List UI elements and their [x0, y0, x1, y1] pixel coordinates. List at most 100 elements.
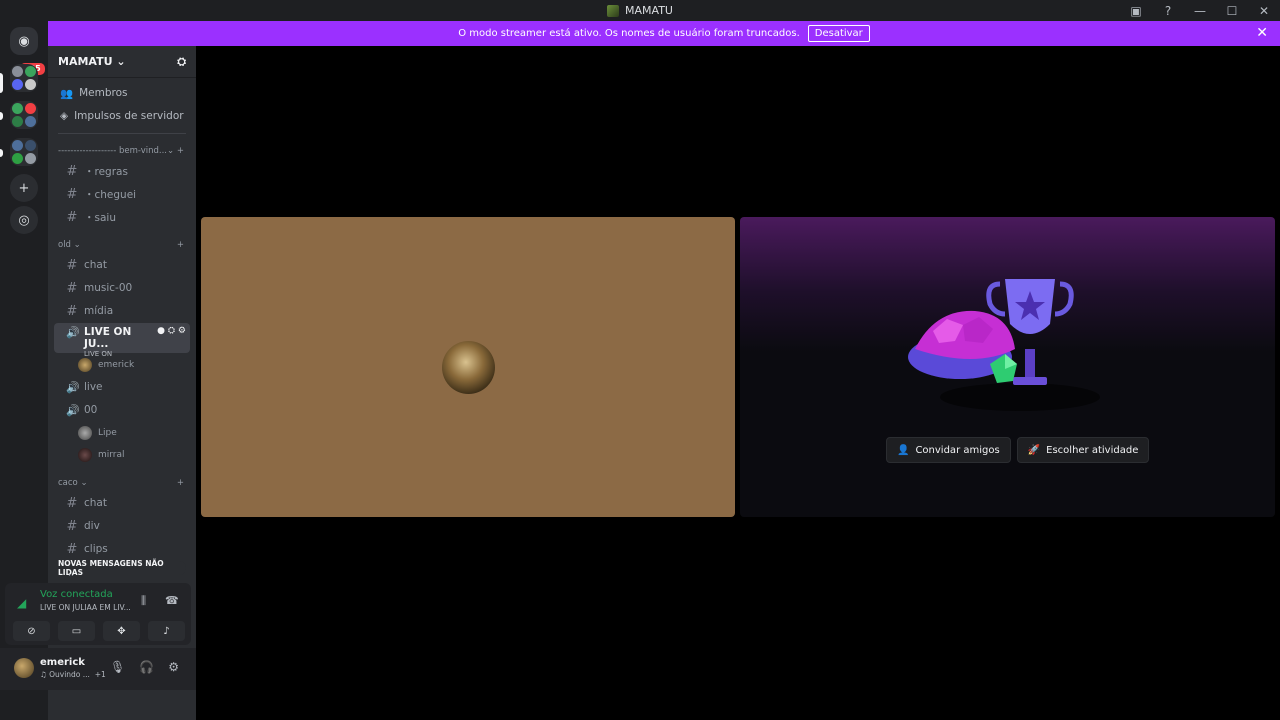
activity-tile: 👤 Convidar amigos 🚀 Escolher atividade — [740, 217, 1275, 517]
noise-suppression-icon[interactable]: ⫼ — [141, 594, 146, 608]
disable-streamer-button[interactable]: Desativar — [807, 25, 870, 42]
boost-icon: ◈ — [60, 110, 69, 122]
channel-label: live — [84, 381, 103, 393]
voice-connection-panel: ◢ Voz conectada LIVE ON JULIAA EM LIV...… — [5, 583, 191, 645]
chevron-down-icon: ⌄ — [116, 55, 126, 68]
activities-button[interactable]: ✥ — [103, 621, 140, 641]
soundboard-button[interactable]: ♪ — [148, 621, 185, 641]
voice-user-name: Lipe — [98, 428, 117, 438]
soundboard-icon: ♪ — [163, 625, 170, 637]
members-item[interactable]: 👥 Membros — [48, 82, 196, 104]
voice-channel-00[interactable]: 🔊 00 — [54, 399, 190, 421]
choose-label: Escolher atividade — [1046, 444, 1139, 456]
server-folder[interactable] — [10, 64, 38, 92]
choose-activity-button[interactable]: 🚀 Escolher atividade — [1016, 437, 1150, 463]
add-server-button[interactable]: + — [10, 174, 38, 202]
disconnect-icon[interactable]: ☎ — [165, 594, 179, 607]
category-label: ------------------- bem-vind... — [58, 146, 168, 156]
hash-icon: # — [66, 518, 78, 534]
category-welcome[interactable]: ------------------- bem-vind... ⌄ + — [48, 142, 196, 160]
category-caco[interactable]: caco ⌄ + — [48, 474, 196, 492]
channel-regras[interactable]: # ・regras — [54, 160, 190, 182]
avatar — [78, 448, 92, 462]
boosts-label: Impulsos de servidor — [74, 110, 184, 122]
members-icon: 👥 — [60, 87, 74, 100]
window-title: MAMATU — [607, 4, 673, 17]
channel-cheguei[interactable]: # ・cheguei — [54, 183, 190, 205]
add-user-icon[interactable]: ⛭ — [177, 55, 186, 69]
minimize-button[interactable]: — — [1184, 4, 1216, 18]
camera-off-icon: ⊘ — [27, 625, 36, 637]
category-old[interactable]: old ⌄ + — [48, 236, 196, 254]
voice-user-name: emerick — [98, 360, 135, 370]
channel-label: LIVE ON JU... — [84, 326, 132, 350]
divider — [58, 133, 186, 134]
hash-icon: # — [66, 209, 78, 225]
camera-off-button[interactable]: ⊘ — [13, 621, 50, 641]
avatar — [78, 426, 92, 440]
help-icon[interactable]: ? — [1152, 4, 1184, 18]
add-channel-icon[interactable]: + — [177, 478, 184, 488]
banner-message: O modo streamer está ativo. Os nomes de … — [458, 28, 800, 39]
settings-icon[interactable]: ⚙ — [168, 660, 179, 674]
server-folder[interactable] — [10, 138, 38, 166]
hash-icon: # — [66, 541, 78, 557]
hash-icon: # — [66, 257, 78, 273]
channel-label: 00 — [84, 404, 98, 416]
channel-label: ・cheguei — [84, 188, 137, 201]
voice-channel-name[interactable]: LIVE ON JULIAA EM LIV... — [40, 603, 131, 612]
hash-icon: # — [66, 280, 78, 296]
plus-icon: + — [18, 180, 30, 196]
avatar[interactable] — [14, 658, 34, 678]
channel-music[interactable]: # music-00 — [54, 277, 190, 299]
unread-messages-pill[interactable]: NOVAS MENSAGENS NÃO LIDAS — [58, 559, 186, 577]
activity-illustration — [908, 279, 1100, 411]
signal-icon[interactable]: ◢ — [17, 596, 26, 610]
add-channel-icon[interactable]: ⌄ + — [167, 146, 184, 156]
inbox-icon[interactable]: ▣ — [1120, 4, 1152, 18]
boosts-item[interactable]: ◈ Impulsos de servidor — [48, 105, 196, 127]
speaker-icon: 🔊 — [66, 403, 80, 417]
headphones-icon[interactable]: 🎧 — [139, 660, 154, 674]
add-friend-icon: 👤 — [897, 444, 910, 456]
channel-midia[interactable]: # mídia — [54, 300, 190, 322]
channel-label: ・regras — [84, 165, 128, 178]
hash-icon: # — [66, 303, 78, 319]
home-button[interactable]: ◉ — [10, 27, 38, 55]
server-folder[interactable] — [10, 101, 38, 129]
close-icon[interactable]: ✕ — [1256, 25, 1268, 41]
discord-icon: ◉ — [18, 33, 30, 49]
close-window-button[interactable]: ✕ — [1248, 4, 1280, 18]
add-channel-icon[interactable]: + — [177, 240, 184, 250]
avatar — [442, 341, 495, 394]
channel-actions-icon[interactable]: ● ⛭ ⚙ — [157, 326, 190, 336]
voice-user[interactable]: Lipe — [48, 422, 196, 444]
user-name[interactable]: emerick — [40, 657, 85, 668]
hash-icon: # — [66, 163, 78, 179]
voice-user[interactable]: mirral — [48, 444, 196, 466]
voice-channel-live-on[interactable]: 🔊 LIVE ON JU... LIVE ON ● ⛭ ⚙ — [54, 323, 190, 358]
channel-caco-chat[interactable]: # chat — [54, 492, 190, 514]
server-header[interactable]: MAMATU ⌄ ⛭ — [48, 46, 196, 78]
voice-channel-live[interactable]: 🔊 live — [54, 376, 190, 398]
screen-share-icon: ▭ — [71, 625, 82, 637]
channel-div[interactable]: # div — [54, 515, 190, 537]
channel-label: clips — [84, 543, 108, 555]
explore-button[interactable]: ◎ — [10, 206, 38, 234]
user-status-text: Ouvindo ... — [49, 670, 90, 679]
invite-friends-button[interactable]: 👤 Convidar amigos — [886, 437, 1011, 463]
screen-share-button[interactable]: ▭ — [58, 621, 95, 641]
participant-tile[interactable] — [201, 217, 735, 517]
title-bar: MAMATU ▣ ? — ☐ ✕ — [0, 0, 1280, 21]
window-title-text: MAMATU — [625, 4, 673, 17]
streamer-mode-banner: O modo streamer está ativo. Os nomes de … — [48, 21, 1280, 46]
channel-saiu[interactable]: # ・saiu — [54, 206, 190, 228]
speaker-icon: 🔊 — [66, 380, 80, 394]
channel-clips[interactable]: # clips — [54, 538, 190, 560]
rocket-icon: 🚀 — [1027, 444, 1041, 456]
channel-chat[interactable]: # chat — [54, 254, 190, 276]
maximize-button[interactable]: ☐ — [1216, 4, 1248, 18]
microphone-icon[interactable]: 🎙 — [110, 660, 125, 674]
members-label: Membros — [79, 87, 128, 99]
voice-status[interactable]: Voz conectada — [40, 589, 113, 600]
